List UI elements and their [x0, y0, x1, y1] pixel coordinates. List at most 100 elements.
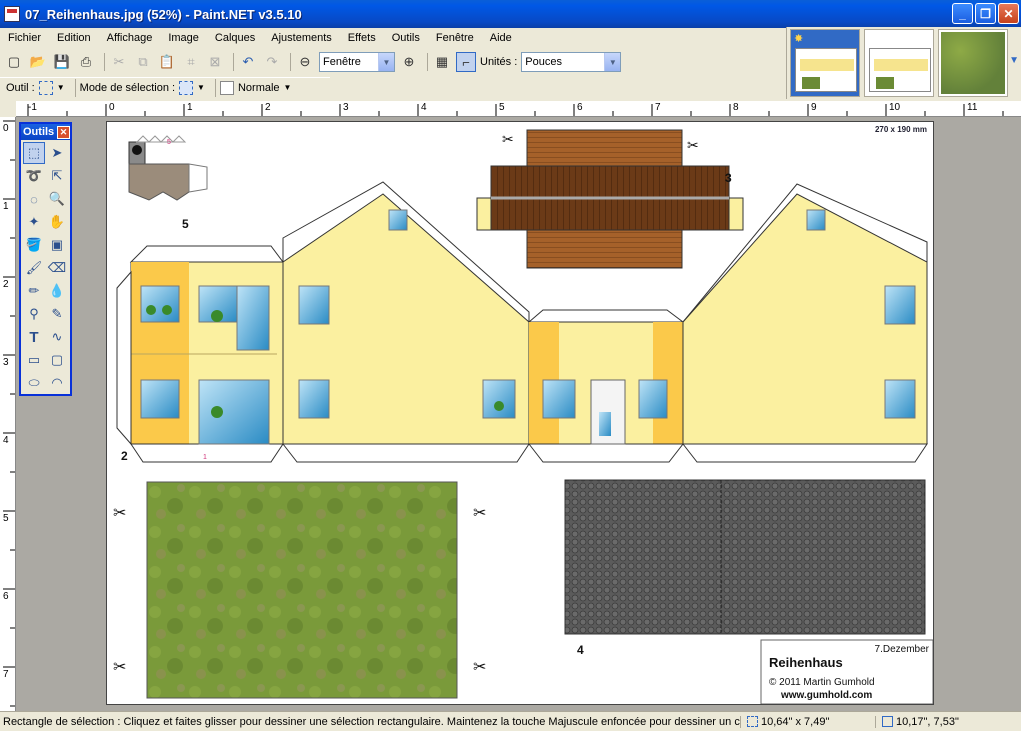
menu-calques[interactable]: Calques	[207, 32, 263, 44]
zoom-tool-icon[interactable]: 🔍	[46, 188, 68, 210]
image-canvas[interactable]: 270 x 190 mm 5 5 3 ✂ ✂ 2 1 ✂ ✂ ✂ ✂ 4 7.D…	[106, 121, 934, 705]
paintnet-app-icon[interactable]	[4, 6, 20, 22]
zoom-combo-value: Fenêtre	[323, 56, 361, 68]
antialiasing-icon[interactable]	[219, 80, 234, 95]
tool-options-bar: Outil : ▼ Mode de sélection : ▼ Normale …	[0, 77, 330, 97]
size-label: 270 x 190 mm	[875, 125, 927, 134]
rectangle-select-tool-icon[interactable]: ⬚	[23, 142, 45, 164]
part-number-2: 2	[121, 449, 128, 463]
roof-net: 3 ✂ ✂	[476, 129, 744, 269]
thumbnail-image-2[interactable]	[864, 29, 934, 97]
magic-wand-tool-icon[interactable]: ✦	[23, 211, 45, 233]
selection-mode-label: Mode de sélection :	[79, 81, 176, 94]
restore-button[interactable]: ❐	[975, 3, 996, 24]
status-bar: Rectangle de sélection : Cliquez et fait…	[0, 711, 1021, 731]
ellipse-tool-icon[interactable]: ⬭	[23, 372, 45, 394]
tools-window-titlebar[interactable]: Outils ✕	[21, 124, 70, 140]
pan-tool-icon[interactable]: ✋	[46, 211, 68, 233]
move-selected-tool-icon[interactable]: ➤	[46, 142, 68, 164]
window-title: 07_Reihenhaus.jpg (52%) - Paint.NET v3.5…	[25, 6, 302, 22]
rounded-rectangle-tool-icon[interactable]: ▢	[46, 349, 68, 371]
house-name-label: Reihenhaus	[769, 655, 843, 670]
gradient-tool-icon[interactable]: ▣	[46, 234, 68, 256]
selection-mode-icon[interactable]	[179, 80, 194, 95]
units-combo[interactable]: Pouces ▼	[521, 52, 622, 72]
ellipse-select-tool-icon[interactable]: ◌	[23, 188, 45, 210]
title-bar[interactable]: 07_Reihenhaus.jpg (52%) - Paint.NET v3.5…	[0, 0, 1021, 28]
print-icon[interactable]: ⎙	[76, 52, 96, 72]
copy-icon[interactable]: ⧉	[133, 52, 153, 72]
menu-effets[interactable]: Effets	[340, 32, 384, 44]
scissors-icon: ✂	[113, 505, 126, 522]
crop-to-selection-icon[interactable]: ⌗	[181, 52, 201, 72]
chevron-down-icon[interactable]: ▼	[284, 83, 292, 92]
chimney-net: 5 5	[128, 135, 208, 231]
toolbar-separator	[214, 78, 216, 97]
grid-icon[interactable]: ▦	[432, 52, 452, 72]
chevron-down-icon[interactable]: ▼	[197, 83, 205, 92]
redo-icon[interactable]: ↷	[262, 52, 282, 72]
clone-stamp-tool-icon[interactable]: ⚲	[23, 303, 45, 325]
menu-aide[interactable]: Aide	[482, 32, 520, 44]
toolbar-separator	[233, 53, 234, 71]
pencil-tool-icon[interactable]: ✏	[23, 280, 45, 302]
menu-outils[interactable]: Outils	[384, 32, 428, 44]
text-tool-icon[interactable]: T	[23, 326, 45, 348]
undo-icon[interactable]: ↶	[238, 52, 258, 72]
menu-affichage[interactable]: Affichage	[99, 32, 161, 44]
paint-bucket-tool-icon[interactable]: 🪣	[23, 234, 45, 256]
freeform-shape-tool-icon[interactable]: ◠	[46, 372, 68, 394]
save-icon[interactable]: 💾	[52, 52, 72, 72]
horizontal-ruler: -1 0 1 2 3 4 5 6 7 8 9 10 11	[16, 101, 1021, 117]
rectangle-tool-icon[interactable]: ▭	[23, 349, 45, 371]
scissors-icon: ✂	[502, 131, 514, 147]
chevron-down-icon[interactable]: ▼	[57, 83, 65, 92]
open-file-icon[interactable]: 📂	[28, 52, 48, 72]
menu-ajustements[interactable]: Ajustements	[263, 32, 340, 44]
blend-mode-value[interactable]: Normale	[238, 82, 280, 94]
lasso-select-tool-icon[interactable]: ➰	[23, 165, 45, 187]
chevron-down-icon[interactable]: ▼	[604, 53, 621, 71]
rulers-icon[interactable]: ⌐	[456, 52, 476, 72]
close-button[interactable]: ✕	[998, 3, 1019, 24]
rectangle-select-icon[interactable]	[38, 80, 53, 95]
copyright-label: © 2011 Martin Gumhold	[769, 677, 875, 688]
ruler-h-ticks	[27, 104, 1004, 116]
cut-icon[interactable]: ✂	[109, 52, 129, 72]
minimize-button[interactable]: _	[952, 3, 973, 24]
chevron-down-icon[interactable]: ▼	[378, 53, 394, 71]
color-picker-tool-icon[interactable]: 💧	[46, 280, 68, 302]
menu-fenetre[interactable]: Fenêtre	[428, 32, 482, 44]
toolbar-separator	[290, 53, 291, 71]
recolor-tool-icon[interactable]: ✎	[46, 303, 68, 325]
canvas-workspace[interactable]: 270 x 190 mm 5 5 3 ✂ ✂ 2 1 ✂ ✂ ✂ ✂ 4 7.D…	[16, 117, 1021, 711]
cursor-position-readout: 10,17", 7,53"	[875, 715, 1021, 728]
chevron-down-icon[interactable]: ▼	[1009, 55, 1019, 66]
grass-base: ✂ ✂ ✂ ✂	[113, 481, 486, 699]
zoom-out-icon[interactable]: ⊖	[295, 52, 315, 72]
menu-edition[interactable]: Edition	[49, 32, 99, 44]
zoom-combo[interactable]: Fenêtre ▼	[319, 52, 395, 72]
zoom-in-icon[interactable]: ⊕	[399, 52, 419, 72]
thumbnail-grass[interactable]	[938, 29, 1008, 97]
part-number-5: 5	[182, 217, 189, 231]
toolbar-separator	[74, 78, 76, 97]
close-icon[interactable]: ✕	[57, 125, 70, 139]
menu-fichier[interactable]: Fichier	[0, 32, 49, 44]
fold-number-1: 1	[203, 454, 207, 461]
move-selection-tool-icon[interactable]: ⇱	[46, 165, 68, 187]
thumbnail-preview	[869, 48, 931, 92]
tool-label: Outil :	[6, 81, 35, 94]
new-file-icon[interactable]: ▢	[4, 52, 24, 72]
paste-icon[interactable]: 📋	[157, 52, 177, 72]
menu-image[interactable]: Image	[160, 32, 207, 44]
thumbnail-reihenhaus[interactable]: ✸	[790, 29, 860, 97]
cursor-position-icon	[882, 716, 893, 728]
scissors-icon: ✂	[473, 659, 486, 676]
paintbrush-tool-icon[interactable]: 🖌	[23, 257, 45, 279]
eraser-tool-icon[interactable]: ⌫	[46, 257, 68, 279]
tools-window[interactable]: Outils ✕ ⬚ ➤ ➰ ⇱ ◌ 🔍 ✦ ✋ 🪣 ▣ 🖌 ⌫ ✏ 💧 ⚲ ✎…	[19, 122, 72, 396]
deselect-icon[interactable]: ⊠	[205, 52, 225, 72]
line-curve-tool-icon[interactable]: ∿	[46, 326, 68, 348]
units-combo-value: Pouces	[525, 56, 562, 68]
